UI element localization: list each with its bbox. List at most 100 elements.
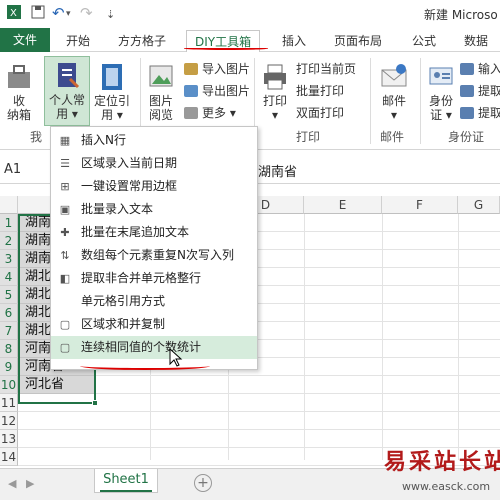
row-header[interactable]: 2 [0,232,18,250]
id-card-icon [428,62,454,92]
tab-formulas[interactable]: 公式 [412,32,436,49]
menu-item-label: 批量在末尾追加文本 [81,225,190,239]
tab-fangfang[interactable]: 方方格子 [118,32,166,49]
row-header[interactable]: 5 [0,286,18,304]
input-id-button[interactable]: 输入身 [460,60,500,78]
export-picture-button[interactable]: 导出图片 [184,82,250,100]
watermark-url: www.easck.com [402,480,491,493]
watermark-logo: 易采站长站 [384,449,500,475]
toolbox-icon [6,62,32,92]
tab-data[interactable]: 数据 [464,32,488,49]
batch-print-button[interactable]: 批量打印 [296,82,344,100]
picture-icon [148,62,174,92]
personal-common-button[interactable]: 个人常 用 ▾ [44,56,90,126]
menu-item-icon: ✚ [60,226,70,239]
row-header[interactable]: 14 [0,448,18,466]
tab-insert[interactable]: 插入 [282,32,306,49]
menu-item[interactable]: ☰ 区域录入当前日期 [51,152,257,175]
menu-item-icon: ⇅ [60,249,70,262]
window-title: 新建 Microso [424,8,498,22]
sheet-prev-icon[interactable]: ◀ [8,477,16,490]
group-label-id: 身份证 [448,130,485,144]
menu-item-icon: ▣ [59,203,71,216]
more-icon [184,107,198,119]
redo-icon[interactable]: ↷ [80,4,93,22]
picture-browse-button[interactable]: 图片 阅览 [144,62,178,122]
fill-handle[interactable] [92,400,98,406]
row-header[interactable]: 7 [0,322,18,340]
menu-item[interactable]: ▣ 批量录入文本 [51,198,257,221]
menu-item-label: 提取非合并单元格整行 [81,271,202,285]
menu-item-icon [58,295,72,308]
import-picture-button[interactable]: 导入图片 [184,60,250,78]
menu-item[interactable]: ⇅ 数组每个元素重复N次写入列 [51,244,257,267]
extract-gender-button[interactable]: 提取性 [460,82,500,100]
customize-toolbar-icon[interactable]: ⇣ [106,8,115,21]
mail-button[interactable]: 邮件 ▾ [376,62,412,122]
menu-item[interactable]: ▦ 插入N行 [51,129,257,152]
menu-item-icon: ▦ [59,134,71,147]
row-header[interactable]: 8 [0,340,18,358]
row-header[interactable]: 11 [0,394,18,412]
menu-item-label: 区域求和并复制 [81,317,166,331]
menu-item-icon: ◧ [59,272,71,285]
locate-icon [99,62,125,92]
row-header[interactable]: 13 [0,430,18,448]
locate-reference-button[interactable]: 定位引 用 ▾ [92,62,132,122]
export-picture-icon [184,85,198,97]
menu-item[interactable]: 单元格引用方式 [51,290,257,313]
formula-input[interactable]: 湖南省 [258,161,297,180]
title-bar: X ↶ ▾ ↷ ⇣ 新建 Microso [0,0,500,28]
menu-item[interactable]: ▢ 连续相同值的个数统计 [51,336,257,359]
add-sheet-button[interactable]: + [194,474,212,492]
menu-item[interactable]: ▢ 区域求和并复制 [51,313,257,336]
print-button[interactable]: 打印 ▾ [258,62,292,122]
select-all-corner[interactable] [0,196,18,214]
sheet-next-icon[interactable]: ▶ [26,477,34,490]
excel-icon[interactable]: X [6,4,22,24]
name-box[interactable]: A1 [4,162,21,177]
row-header[interactable]: 9 [0,358,18,376]
column-header-g[interactable]: G [458,196,500,214]
menu-item-icon: ▢ [59,341,71,354]
personal-common-menu: ▦ 插入N行 ☰ 区域录入当前日期 ⊞ 一键设置常用边框 ▣ 批量录入文本 ✚ 批量在末尾追加文本… [50,126,258,370]
extract-gender-icon [460,85,474,97]
menu-item[interactable]: ◧ 提取非合并单元格整行 [51,267,257,290]
printer-icon [262,62,288,92]
mail-icon [381,62,407,92]
extract-birth-icon [460,107,474,119]
row-header[interactable]: 4 [0,268,18,286]
tab-home[interactable]: 开始 [66,32,90,49]
tab-page-layout[interactable]: 页面布局 [334,32,382,49]
column-header-e[interactable]: E [304,196,382,214]
tab-file[interactable]: 文件 [0,28,50,52]
personal-icon [54,61,80,91]
menu-item-label: 插入N行 [81,133,126,147]
duplex-print-button[interactable]: 双面打印 [296,104,344,122]
menu-item-label: 数组每个元素重复N次写入列 [81,248,234,262]
row-header[interactable]: 10 [0,376,18,394]
print-current-page-button[interactable]: 打印当前页 [296,60,356,78]
row-header[interactable]: 12 [0,412,18,430]
menu-item-icon: ☰ [60,157,70,170]
more-button[interactable]: 更多 ▾ [184,104,236,122]
menu-item[interactable]: ✚ 批量在末尾追加文本 [51,221,257,244]
menu-item-icon: ⊞ [60,180,70,193]
menu-item[interactable]: ⊞ 一键设置常用边框 [51,175,257,198]
row-header[interactable]: 1 [0,214,18,232]
menu-item-label: 单元格引用方式 [81,294,166,308]
menu-item-label: 一键设置常用边框 [81,179,178,193]
annotation-underline-menu [80,362,210,370]
mouse-cursor-icon [168,347,184,371]
shouna-button[interactable]: 收 纳箱 [2,62,36,122]
column-header-f[interactable]: F [382,196,458,214]
annotation-underline [184,47,268,50]
group-label-my: 我 [30,130,43,144]
extract-birth-button[interactable]: 提取出 [460,104,500,122]
row-header[interactable]: 3 [0,250,18,268]
undo-dropdown-icon[interactable]: ▾ [66,9,71,19]
row-header[interactable]: 6 [0,304,18,322]
save-icon[interactable] [30,4,46,24]
undo-icon[interactable]: ↶ [52,4,65,22]
id-card-button[interactable]: 身份 证 ▾ [424,62,458,122]
